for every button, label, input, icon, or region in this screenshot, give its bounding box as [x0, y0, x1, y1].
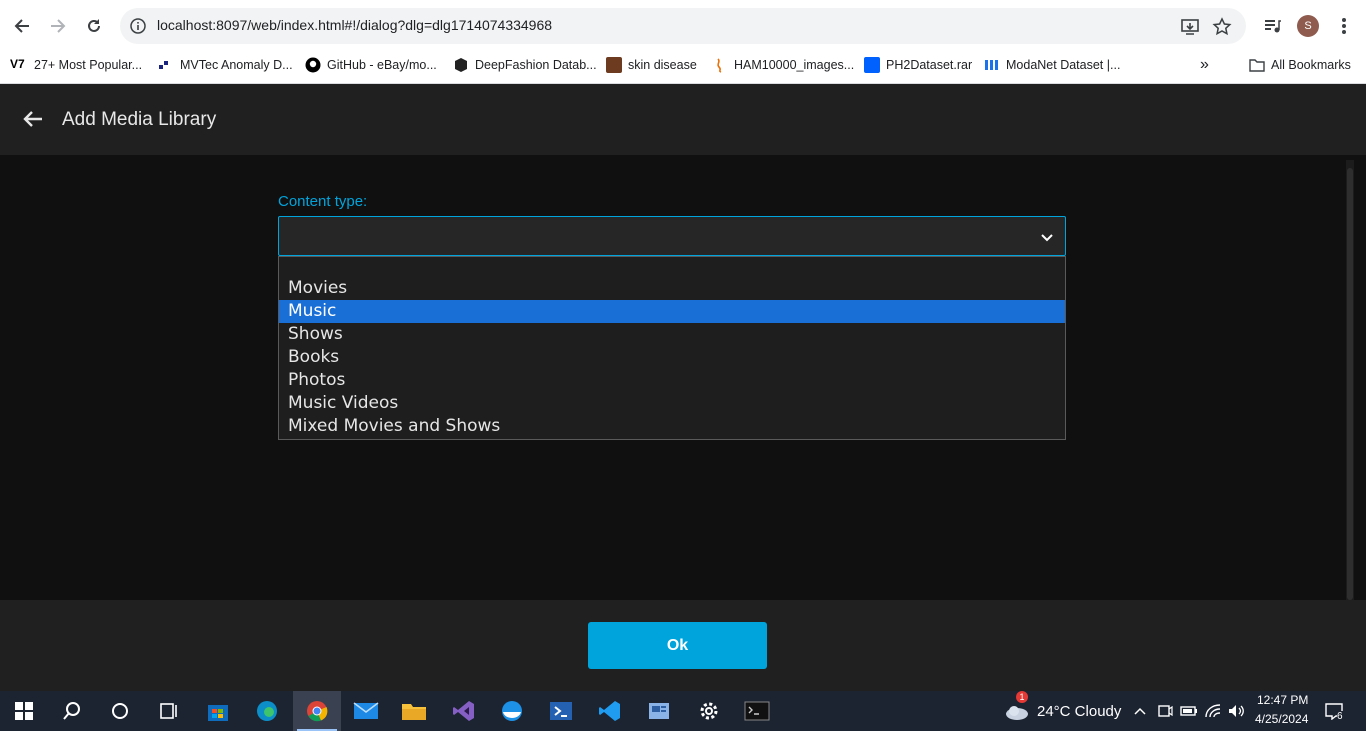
wifi-icon[interactable] — [1203, 701, 1223, 721]
mvtec-icon — [158, 57, 174, 73]
ham-icon — [712, 57, 728, 73]
weather-cloud-icon[interactable] — [1004, 701, 1030, 721]
bookmark-label: GitHub - eBay/mo... — [327, 58, 437, 72]
battery-icon[interactable] — [1179, 701, 1199, 721]
bookmark-item[interactable]: MVTec Anomaly D... — [158, 56, 293, 74]
chevron-up-icon[interactable] — [1130, 701, 1150, 721]
bookmark-label: ModaNet Dataset |... — [1006, 58, 1121, 72]
media-control-icon[interactable] — [1260, 14, 1284, 38]
windows-taskbar: 1 24°C Cloudy 12:47 PM 4/25/2024 6 — [0, 691, 1366, 731]
option-movies[interactable]: Movies — [279, 277, 1065, 300]
clock-time[interactable]: 12:47 PM — [1257, 693, 1308, 707]
option-music-videos[interactable]: Music Videos — [279, 392, 1065, 415]
content-type-select[interactable] — [278, 216, 1066, 256]
volume-icon[interactable] — [1226, 701, 1246, 721]
visual-studio-icon[interactable] — [440, 691, 488, 731]
cortana-icon[interactable] — [96, 691, 144, 731]
chevron-down-icon — [1039, 229, 1055, 245]
modanet-icon — [984, 57, 1000, 73]
bookmark-label: MVTec Anomaly D... — [180, 58, 293, 72]
reload-icon[interactable] — [82, 14, 106, 38]
option-books[interactable]: Books — [279, 346, 1065, 369]
bookmark-label: HAM10000_images... — [734, 58, 855, 72]
bookmark-star-icon[interactable] — [1212, 17, 1232, 37]
bookmark-item[interactable]: HAM10000_images... — [712, 56, 854, 74]
dialog-footer: Ok — [0, 600, 1366, 691]
bookmark-item[interactable]: DeepFashion Datab... — [453, 56, 597, 74]
docker-icon[interactable] — [488, 691, 536, 731]
edge-icon[interactable] — [243, 691, 291, 731]
forward-icon[interactable] — [46, 14, 70, 38]
file-explorer-icon[interactable] — [390, 691, 438, 731]
weather-badge: 1 — [1016, 691, 1028, 703]
cube-icon — [453, 57, 469, 73]
content-type-dropdown: Movies Music Shows Books Photos Music Vi… — [278, 256, 1066, 440]
all-bookmarks-label: All Bookmarks — [1271, 58, 1351, 72]
menu-kebab-icon[interactable] — [1332, 14, 1356, 38]
site-info-icon[interactable] — [130, 18, 146, 34]
option-mixed-movies-shows[interactable]: Mixed Movies and Shows — [279, 415, 1065, 438]
option-music[interactable]: Music — [279, 300, 1065, 323]
bookmark-label: 27+ Most Popular... — [34, 58, 143, 72]
dropbox-icon — [864, 57, 880, 73]
skin-icon — [606, 57, 622, 73]
v7-icon: V7 — [10, 57, 25, 71]
url-text[interactable]: localhost:8097/web/index.html#!/dialog?d… — [157, 17, 552, 33]
bookmark-item[interactable]: PH2Dataset.rar — [864, 56, 972, 74]
back-arrow-icon[interactable] — [20, 106, 46, 132]
bookmark-item[interactable]: ModaNet Dataset |... — [984, 56, 1120, 74]
bookmarks-bar: V7 27+ Most Popular... MVTec Anomaly D..… — [0, 44, 1366, 84]
vscode-icon[interactable] — [586, 691, 634, 731]
back-icon[interactable] — [10, 14, 34, 38]
clock-date[interactable]: 4/25/2024 — [1255, 712, 1308, 726]
address-bar[interactable]: localhost:8097/web/index.html#!/dialog?d… — [120, 8, 1246, 44]
folder-icon — [1249, 57, 1265, 73]
github-icon — [305, 57, 321, 73]
profile-avatar[interactable]: S — [1297, 15, 1319, 37]
control-panel-icon[interactable] — [635, 691, 683, 731]
option-photos[interactable]: Photos — [279, 369, 1065, 392]
weather-text[interactable]: 24°C Cloudy — [1037, 703, 1121, 720]
bookmark-label: skin disease — [628, 58, 697, 72]
store-icon[interactable] — [194, 691, 242, 731]
meet-now-icon[interactable] — [1155, 701, 1175, 721]
settings-gear-icon[interactable] — [685, 691, 733, 731]
windows-start-icon[interactable] — [0, 691, 48, 731]
terminal-icon[interactable] — [733, 691, 781, 731]
task-view-icon[interactable] — [144, 691, 192, 731]
all-bookmarks-button[interactable]: All Bookmarks — [1249, 56, 1351, 74]
chrome-icon[interactable] — [293, 691, 341, 731]
bookmark-label: DeepFashion Datab... — [475, 58, 597, 72]
mail-icon[interactable] — [342, 691, 390, 731]
powershell-icon[interactable] — [537, 691, 585, 731]
bookmarks-overflow-button[interactable]: » — [1200, 56, 1209, 74]
dialog-header: Add Media Library — [0, 84, 1366, 155]
bookmark-label: PH2Dataset.rar — [886, 58, 973, 72]
dialog-title: Add Media Library — [62, 109, 217, 130]
scrollbar-thumb[interactable] — [1347, 168, 1353, 600]
ok-button[interactable]: Ok — [588, 622, 767, 669]
content-type-label: Content type: — [278, 193, 368, 210]
bookmark-item[interactable]: GitHub - eBay/mo... — [305, 56, 437, 74]
notification-count: 6 — [1337, 711, 1343, 722]
search-icon[interactable] — [48, 691, 96, 731]
install-app-icon[interactable] — [1180, 17, 1200, 37]
bookmark-item[interactable]: V7 27+ Most Popular... — [10, 56, 142, 74]
bookmark-item[interactable]: skin disease — [606, 56, 697, 74]
option-shows[interactable]: Shows — [279, 323, 1065, 346]
